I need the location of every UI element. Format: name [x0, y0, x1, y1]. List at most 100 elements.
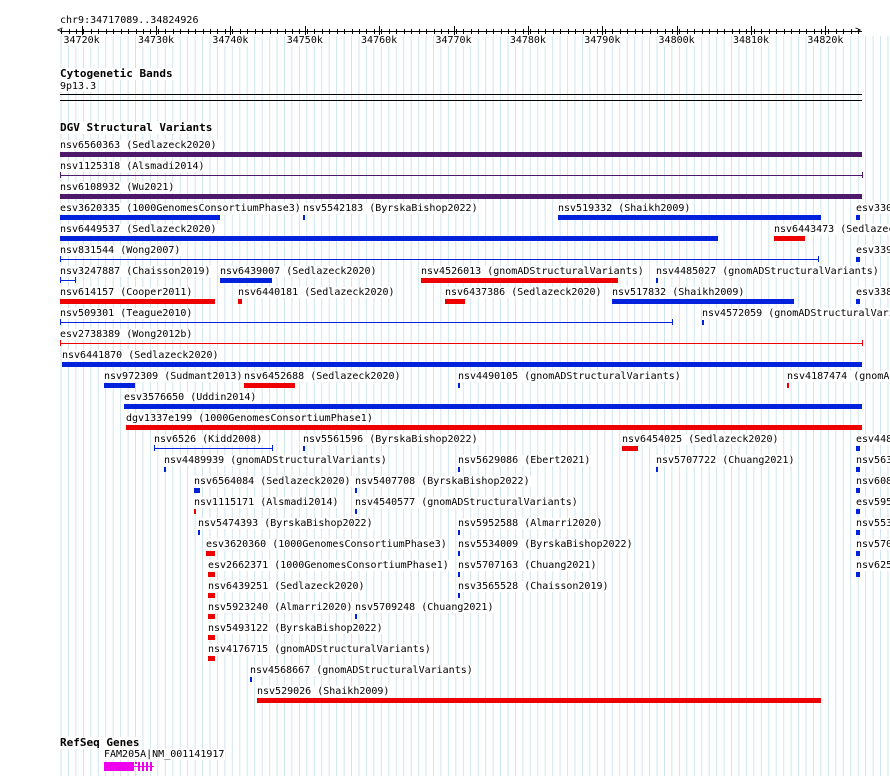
- variant-label[interactable]: nsv608: [856, 476, 890, 487]
- variant-label[interactable]: nsv5707722 (Chuang2021): [656, 455, 796, 466]
- variant-label[interactable]: nsv517832 (Shaikh2009): [612, 287, 746, 298]
- variant-feature[interactable]: [126, 425, 862, 430]
- variant-feature[interactable]: [60, 343, 862, 344]
- variant-label[interactable]: nsv5407708 (ByrskaBishop2022): [355, 476, 531, 487]
- variant-feature[interactable]: [206, 551, 215, 556]
- variant-label[interactable]: esv330: [856, 203, 890, 214]
- variant-label[interactable]: nsv6440181 (Sedlazeck2020): [238, 287, 396, 298]
- variant-label[interactable]: esv2662371 (1000GenomesConsortiumPhase1): [208, 560, 450, 571]
- variant-label[interactable]: esv3620360 (1000GenomesConsortiumPhase3): [206, 539, 448, 550]
- variant-label[interactable]: nsv4187474 (gnomAD: [787, 371, 890, 382]
- variant-feature[interactable]: [856, 551, 860, 556]
- variant-feature[interactable]: [60, 194, 862, 199]
- variant-label[interactable]: nsv5561596 (ByrskaBishop2022): [303, 434, 479, 445]
- variant-feature[interactable]: [194, 488, 200, 493]
- variant-feature[interactable]: [856, 488, 860, 493]
- variant-feature[interactable]: [60, 236, 718, 241]
- variant-label[interactable]: nsv4485027 (gnomADStructuralVariants): [656, 266, 880, 277]
- variant-feature[interactable]: [856, 467, 860, 472]
- variant-label[interactable]: nsv6452688 (Sedlazeck2020): [244, 371, 402, 382]
- variant-label[interactable]: nsv4489939 (gnomADStructuralVariants): [164, 455, 388, 466]
- variant-feature[interactable]: [220, 278, 272, 283]
- variant-feature[interactable]: [244, 383, 295, 388]
- variant-feature[interactable]: [257, 698, 821, 703]
- variant-feature[interactable]: [208, 572, 215, 577]
- variant-feature[interactable]: [60, 215, 220, 220]
- variant-label[interactable]: nsv529026 (Shaikh2009): [257, 686, 391, 697]
- variant-label[interactable]: nsv3247887 (Chaisson2019): [60, 266, 212, 277]
- variant-feature[interactable]: [856, 299, 860, 304]
- variant-feature[interactable]: [355, 509, 357, 514]
- variant-feature[interactable]: [303, 215, 305, 220]
- variant-feature[interactable]: [458, 593, 460, 598]
- variant-feature[interactable]: [558, 215, 821, 220]
- variant-label[interactable]: nsv5709248 (Chuang2021): [355, 602, 495, 613]
- cytoband-track-title[interactable]: Cytogenetic Bands: [60, 68, 173, 80]
- variant-feature[interactable]: [303, 446, 305, 451]
- variant-label[interactable]: nsv5707163 (Chuang2021): [458, 560, 598, 571]
- variant-feature[interactable]: [194, 509, 196, 514]
- variant-feature[interactable]: [656, 467, 658, 472]
- variant-label[interactable]: nsv4490105 (gnomADStructuralVariants): [458, 371, 682, 382]
- variant-label[interactable]: nsv4540577 (gnomADStructuralVariants): [355, 497, 579, 508]
- variant-feature[interactable]: [62, 362, 862, 367]
- variant-feature[interactable]: [208, 656, 215, 661]
- variant-feature[interactable]: [154, 448, 272, 449]
- variant-label[interactable]: nsv5493122 (ByrskaBishop2022): [208, 623, 384, 634]
- variant-label[interactable]: nsv509301 (Teague2010): [60, 308, 194, 319]
- variant-label[interactable]: nsv1125318 (Alsmadi2014): [60, 161, 206, 172]
- variant-label[interactable]: nsv5629086 (Ebert2021): [458, 455, 592, 466]
- variant-feature[interactable]: [856, 530, 860, 535]
- variant-feature[interactable]: [458, 383, 460, 388]
- variant-label[interactable]: nsv563: [856, 455, 890, 466]
- variant-feature[interactable]: [60, 152, 862, 157]
- scroll-right-arrow-icon[interactable]: >: [855, 26, 861, 36]
- variant-feature[interactable]: [702, 320, 704, 325]
- variant-feature[interactable]: [458, 530, 460, 535]
- variant-label[interactable]: nsv5542183 (ByrskaBishop2022): [303, 203, 479, 214]
- variant-feature[interactable]: [856, 215, 860, 220]
- variant-label[interactable]: nsv6449537 (Sedlazeck2020): [60, 224, 218, 235]
- variant-label[interactable]: dgv1337e199 (1000GenomesConsortiumPhase1…: [126, 413, 374, 424]
- cytoband-band[interactable]: [60, 94, 862, 95]
- variant-label[interactable]: nsv6560363 (Sedlazeck2020): [60, 140, 218, 151]
- variant-label[interactable]: nsv831544 (Wong2007): [60, 245, 182, 256]
- variant-feature[interactable]: [355, 488, 357, 493]
- variant-feature[interactable]: [208, 614, 215, 619]
- variant-label[interactable]: nsv4176715 (gnomADStructuralVariants): [208, 644, 432, 655]
- variant-feature[interactable]: [208, 593, 215, 598]
- variant-label[interactable]: nsv570: [856, 539, 890, 550]
- variant-label[interactable]: nsv6439007 (Sedlazeck2020): [220, 266, 378, 277]
- variant-feature[interactable]: [238, 299, 242, 304]
- variant-feature[interactable]: [250, 677, 252, 682]
- variant-label[interactable]: nsv6564084 (Sedlazeck2020): [194, 476, 352, 487]
- variant-feature[interactable]: [774, 236, 805, 241]
- variant-label[interactable]: nsv5923240 (Almarri2020): [208, 602, 354, 613]
- variant-feature[interactable]: [656, 278, 658, 283]
- variant-feature[interactable]: [622, 446, 638, 451]
- variant-label[interactable]: nsv3565528 (Chaisson2019): [458, 581, 610, 592]
- variant-label[interactable]: nsv614157 (Cooper2011): [60, 287, 194, 298]
- variant-feature[interactable]: [856, 509, 860, 514]
- variant-label[interactable]: esv595: [856, 497, 890, 508]
- variant-label[interactable]: nsv553: [856, 518, 890, 529]
- variant-label[interactable]: esv448: [856, 434, 890, 445]
- refseq-track-title[interactable]: RefSeq Genes: [60, 737, 140, 749]
- variant-label[interactable]: nsv4568667 (gnomADStructuralVariants): [250, 665, 474, 676]
- variant-feature[interactable]: [421, 278, 618, 283]
- variant-feature[interactable]: [60, 175, 862, 176]
- variant-label[interactable]: nsv5952588 (Almarri2020): [458, 518, 604, 529]
- variant-feature[interactable]: [60, 259, 818, 260]
- variant-label[interactable]: nsv6437386 (Sedlazeck2020): [445, 287, 603, 298]
- variant-label[interactable]: nsv625: [856, 560, 890, 571]
- variant-feature[interactable]: [458, 572, 460, 577]
- variant-feature[interactable]: [198, 530, 200, 535]
- variant-label[interactable]: nsv6441870 (Sedlazeck2020): [62, 350, 220, 361]
- variant-feature[interactable]: [458, 551, 460, 556]
- variant-label[interactable]: esv3576650 (Uddin2014): [124, 392, 258, 403]
- variant-feature[interactable]: [164, 467, 166, 472]
- variant-label[interactable]: esv338: [856, 287, 890, 298]
- variant-feature[interactable]: [856, 446, 860, 451]
- variant-feature[interactable]: [856, 257, 860, 262]
- variant-feature[interactable]: [355, 614, 357, 619]
